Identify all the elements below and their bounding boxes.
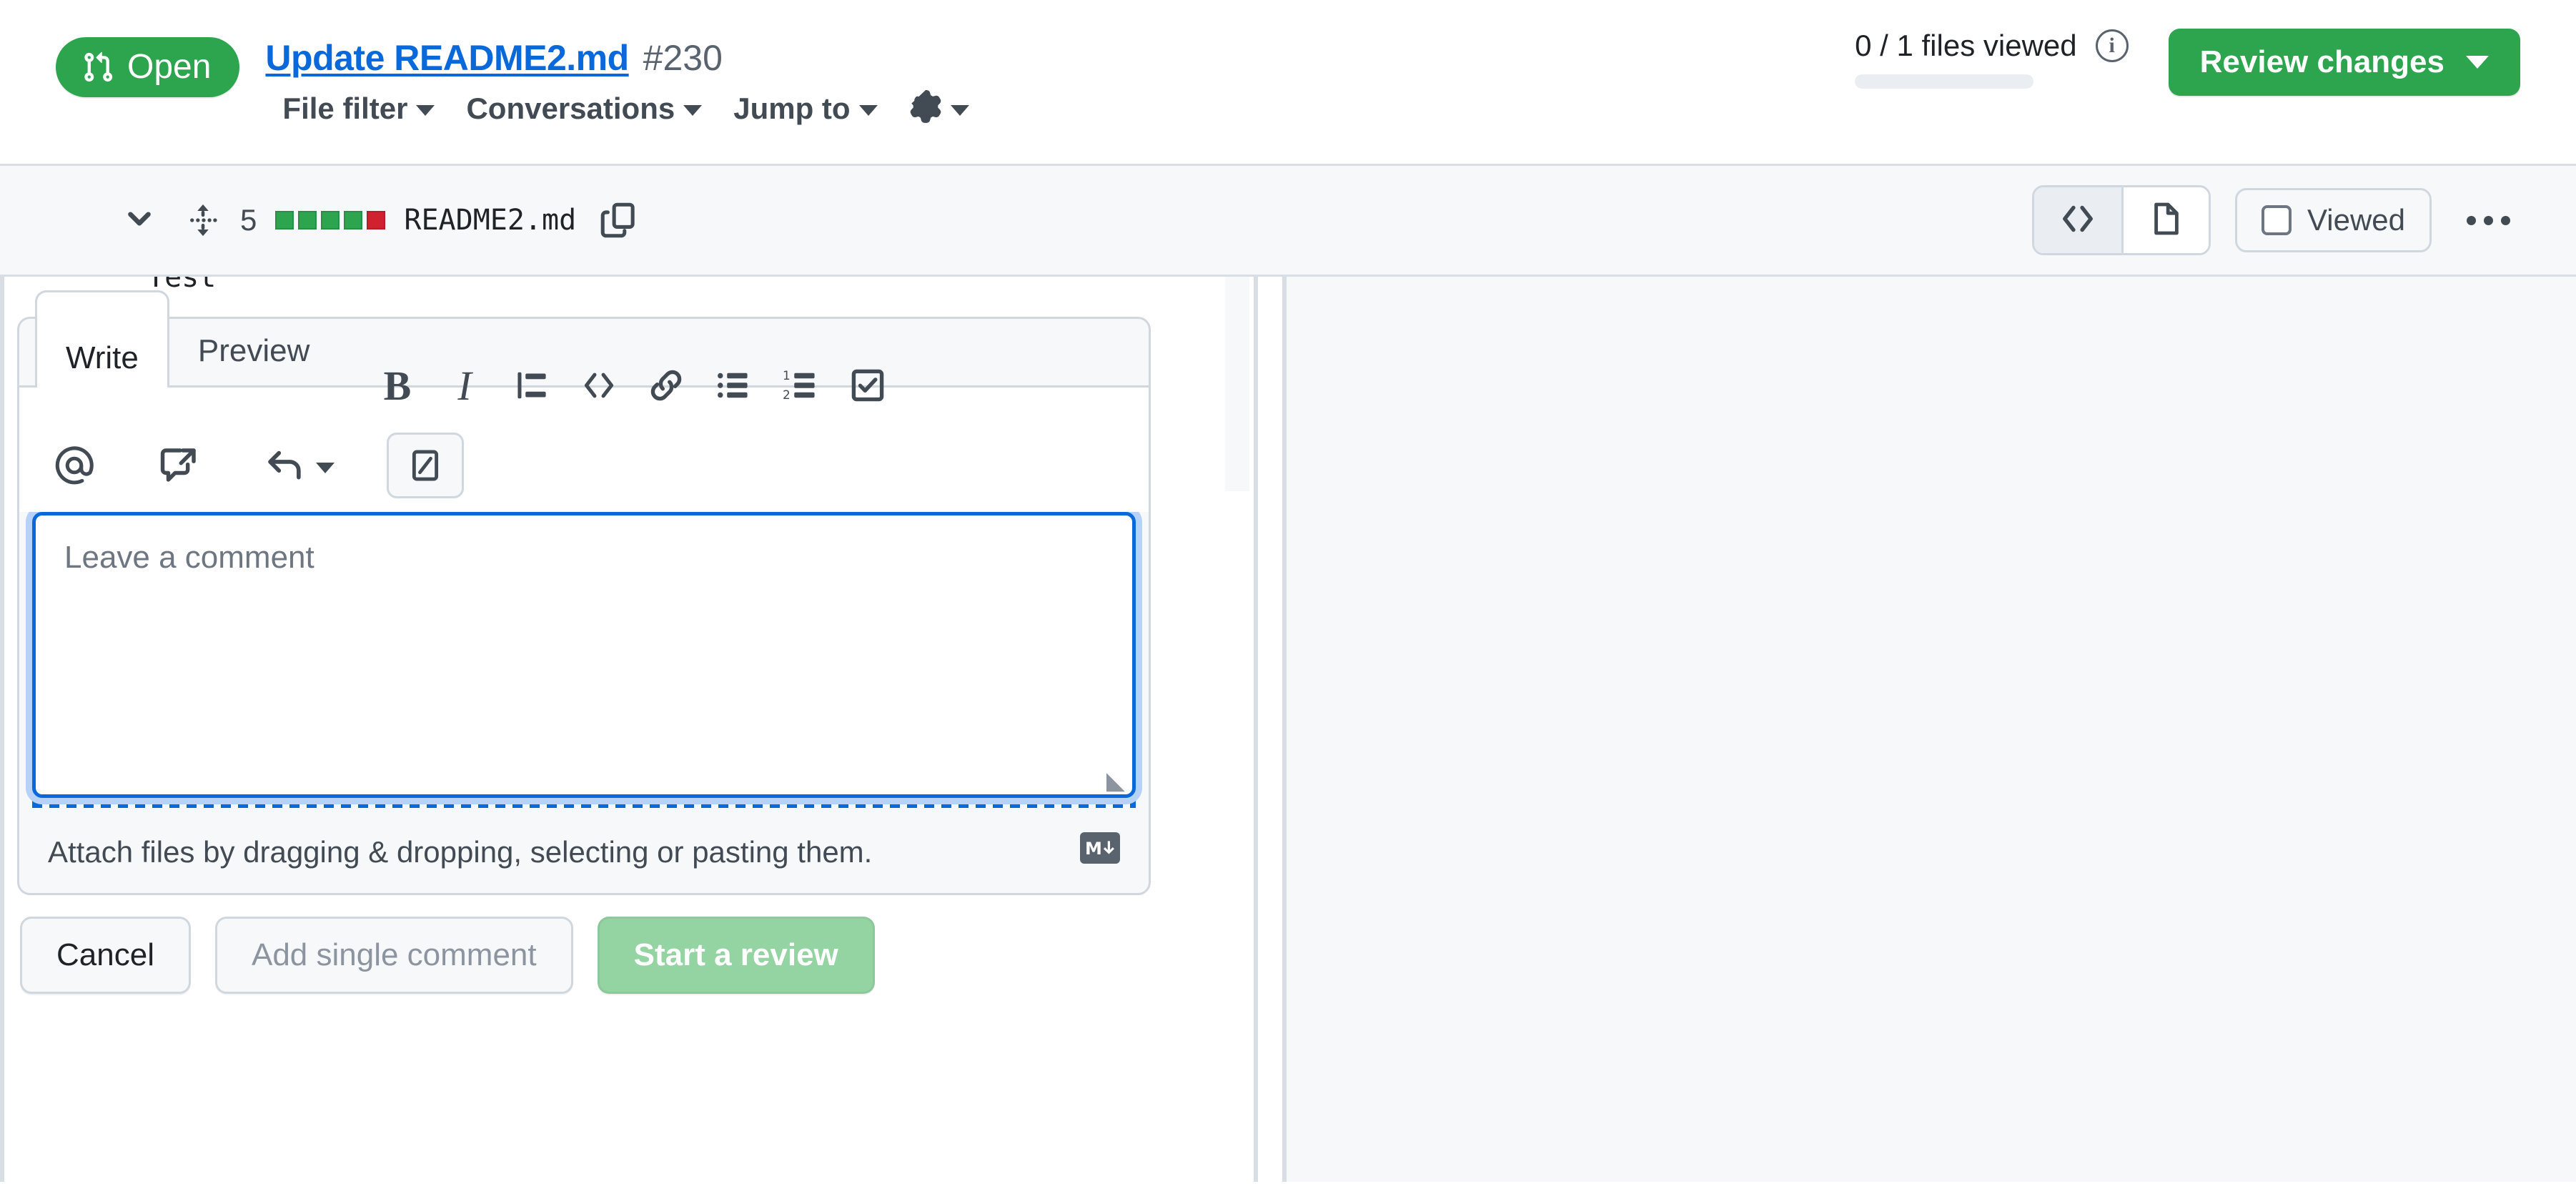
pr-number: #230 [643, 38, 723, 78]
pr-subnav: File filter Conversations Jump to [265, 90, 969, 127]
cross-reference-icon[interactable] [145, 432, 212, 499]
comment-placeholder: Leave a comment [64, 540, 314, 575]
diffstat-square-added [298, 211, 317, 230]
comment-scrollbar[interactable] [1225, 277, 1249, 491]
unordered-list-icon[interactable] [700, 352, 767, 419]
kebab-horizontal-icon[interactable] [2456, 195, 2520, 245]
heading-icon[interactable] [498, 352, 565, 419]
comment-form-actions: Cancel Add single comment Start a review [4, 894, 1254, 994]
view-rendered-file-button[interactable] [2121, 187, 2209, 253]
start-review-button[interactable]: Start a review [597, 916, 875, 994]
chevron-down-icon [683, 105, 703, 116]
link-icon[interactable] [633, 352, 700, 419]
diff-settings-dropdown[interactable] [909, 90, 969, 127]
info-icon[interactable]: i [2095, 29, 2129, 62]
cancel-button[interactable]: Cancel [20, 916, 191, 994]
attach-hint-row: Attach files by dragging & dropping, sel… [19, 808, 1149, 893]
view-source-code-button[interactable] [2034, 187, 2121, 253]
ordered-list-icon[interactable]: 1 2 [767, 352, 834, 419]
pr-state-badge: Open [56, 37, 240, 97]
diffstat-square-added [344, 211, 363, 230]
chevron-down-icon [316, 462, 335, 473]
diff-body: Test Write Preview B I 1 2 Leave a comme… [0, 277, 2576, 1182]
diff-right-pane [1282, 277, 2576, 1182]
pr-title-block: Update README2.md #230 File filter Conve… [265, 37, 969, 127]
files-viewed-block: 0 / 1 files viewed i [1855, 29, 2129, 89]
comment-textarea-wrap: Leave a comment ◢ [32, 512, 1136, 798]
bold-icon[interactable]: B [364, 352, 431, 419]
conversations-dropdown[interactable]: Conversations [466, 91, 703, 126]
pr-header-right: 0 / 1 files viewed i Review changes [1855, 0, 2576, 96]
chevron-down-icon [416, 105, 435, 116]
clipped-code-line: Test [4, 277, 1254, 297]
jump-to-label: Jump to [733, 91, 851, 125]
diffstat-square-added [275, 211, 294, 230]
comment-textarea[interactable]: Leave a comment ◢ [32, 512, 1136, 798]
file-header-left: 5 README2.md [114, 195, 642, 245]
git-pull-request-icon [81, 51, 114, 84]
conversations-label: Conversations [466, 91, 675, 125]
chevron-down-icon [122, 201, 157, 240]
checkbox-box [2262, 205, 2292, 235]
file-filter-dropdown[interactable]: File filter [282, 92, 435, 126]
files-viewed-progressbar [1855, 74, 2034, 89]
resize-handle[interactable]: ◢ [1104, 767, 1125, 794]
review-changes-button[interactable]: Review changes [2168, 29, 2520, 96]
svg-text:1: 1 [783, 368, 791, 383]
pr-state-label: Open [127, 48, 212, 86]
add-single-comment-button[interactable]: Add single comment [214, 916, 573, 994]
file-filter-label: File filter [282, 91, 408, 125]
tab-write-label: Write [66, 340, 139, 375]
gear-icon [909, 90, 942, 127]
file-header-right: Viewed [2032, 185, 2520, 255]
file-name: README2.md [404, 204, 577, 237]
markdown-toolbar: B I 1 2 [19, 362, 1149, 512]
file-drop-indicator [32, 801, 1136, 808]
code-icon [2059, 199, 2097, 242]
viewed-checkbox[interactable]: Viewed [2235, 188, 2432, 252]
files-viewed-count: 0 / 1 files viewed [1855, 29, 2077, 62]
file-view-toggle [2032, 185, 2211, 255]
pr-header-left: Open Update README2.md #230 File filter … [0, 0, 969, 127]
chevron-down-icon [2466, 56, 2489, 69]
markdown-icon[interactable]: M [1080, 832, 1120, 864]
italic-icon[interactable]: I [431, 352, 498, 419]
diff-left-pane: Test Write Preview B I 1 2 Leave a comme… [0, 277, 1258, 1182]
review-changes-label: Review changes [2199, 44, 2444, 79]
saved-replies-icon[interactable] [249, 432, 350, 499]
pr-sticky-header: Open Update README2.md #230 File filter … [0, 0, 2576, 166]
file-header-bar: 5 README2.md Viewed [0, 166, 2576, 277]
title-row: Update README2.md #230 [265, 37, 969, 79]
code-icon[interactable] [565, 352, 633, 419]
markdown-toolbar-row-1: B I 1 2 [35, 352, 1133, 419]
viewed-label: Viewed [2307, 203, 2405, 237]
task-list-icon[interactable] [834, 352, 901, 419]
svg-text:M: M [1085, 839, 1102, 859]
chevron-down-icon [858, 105, 878, 116]
diffstat-squares [275, 211, 386, 230]
unfold-icon[interactable] [184, 202, 222, 239]
markdown-toolbar-row-2 [35, 432, 1133, 499]
diffstat-square-added [321, 211, 340, 230]
file-icon [2149, 201, 2184, 240]
mention-icon[interactable] [41, 432, 108, 499]
jump-to-dropdown[interactable]: Jump to [733, 91, 878, 126]
inline-comment-form: Write Preview B I 1 2 Leave a comment ◢ … [17, 290, 1151, 895]
svg-text:2: 2 [783, 388, 791, 402]
clipped-code-text: Test [147, 277, 217, 294]
slash-command-icon[interactable] [387, 433, 464, 498]
pr-title-link[interactable]: Update README2.md [265, 37, 629, 79]
tab-write[interactable]: Write [35, 290, 169, 388]
copy-path-icon[interactable] [595, 197, 642, 244]
collapse-file-button[interactable] [114, 195, 164, 245]
attach-hint-text: Attach files by dragging & dropping, sel… [48, 835, 873, 869]
chevron-down-icon [950, 105, 969, 116]
files-viewed-row: 0 / 1 files viewed i [1855, 29, 2129, 63]
diffstat-square-deleted [367, 211, 386, 230]
diff-changes-count: 5 [240, 203, 257, 237]
